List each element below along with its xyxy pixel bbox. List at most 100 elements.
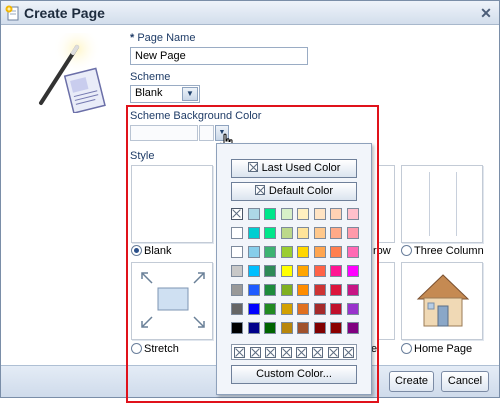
color-swatch[interactable] xyxy=(280,303,293,315)
radio-unselected[interactable] xyxy=(131,343,142,354)
color-swatch[interactable] xyxy=(313,208,326,220)
page-name-label-text: Page Name xyxy=(137,32,196,44)
style-option-home-page[interactable]: Home Page xyxy=(401,343,472,355)
style-thumb-three-column[interactable] xyxy=(401,165,483,243)
custom-color-button[interactable]: Custom Color... xyxy=(231,365,357,384)
default-color-label: Default Color xyxy=(268,185,334,197)
style-thumb-blank[interactable] xyxy=(131,165,213,243)
scheme-bg-color-swatch[interactable] xyxy=(199,125,214,141)
color-swatch[interactable] xyxy=(247,227,260,239)
color-swatch[interactable] xyxy=(313,303,326,315)
radio-unselected[interactable] xyxy=(401,245,412,256)
empty-recent-color-swatch[interactable] xyxy=(265,347,277,358)
no-color-swatch[interactable] xyxy=(231,208,243,220)
color-swatch[interactable] xyxy=(330,303,342,315)
empty-recent-color-swatch[interactable] xyxy=(249,347,261,358)
empty-recent-color-swatch[interactable] xyxy=(312,347,323,358)
style-option-three-column[interactable]: Three Column xyxy=(401,245,484,257)
house-icon xyxy=(416,274,470,327)
color-swatch[interactable] xyxy=(280,246,293,258)
style-option-stretch[interactable]: Stretch xyxy=(131,343,179,355)
color-swatch[interactable] xyxy=(330,208,342,220)
color-swatch[interactable] xyxy=(280,284,293,296)
color-swatch[interactable] xyxy=(264,227,276,239)
required-marker: * xyxy=(130,32,135,44)
color-swatch[interactable] xyxy=(297,303,309,315)
color-swatch[interactable] xyxy=(346,322,359,334)
color-swatch[interactable] xyxy=(231,246,243,258)
color-swatch[interactable] xyxy=(264,208,276,220)
style-label: Style xyxy=(130,150,155,162)
color-swatch[interactable] xyxy=(313,284,326,296)
style-thumb-stretch[interactable] xyxy=(131,262,213,340)
color-swatch[interactable] xyxy=(330,227,342,239)
color-swatch[interactable] xyxy=(247,284,260,296)
color-swatch[interactable] xyxy=(297,284,309,296)
no-color-icon xyxy=(247,162,258,172)
color-swatch[interactable] xyxy=(346,246,359,258)
color-swatch[interactable] xyxy=(346,303,359,315)
style-thumb-row-partial[interactable] xyxy=(379,165,395,243)
style-option-label: Three Column xyxy=(414,245,484,257)
color-swatch[interactable] xyxy=(297,246,309,258)
color-swatch[interactable] xyxy=(313,246,326,258)
color-swatch[interactable] xyxy=(264,322,276,334)
radio-selected[interactable] xyxy=(131,245,142,256)
color-swatch[interactable] xyxy=(330,265,342,277)
default-color-button[interactable]: Default Color xyxy=(231,182,357,201)
empty-recent-color-swatch[interactable] xyxy=(234,347,245,358)
dialog-title: Create Page xyxy=(24,5,105,21)
cancel-button[interactable]: Cancel xyxy=(441,371,489,392)
color-swatch[interactable] xyxy=(313,265,326,277)
style-thumb-home-page[interactable] xyxy=(401,262,483,340)
empty-recent-color-swatch[interactable] xyxy=(343,347,355,358)
color-swatch[interactable] xyxy=(264,303,276,315)
color-swatch[interactable] xyxy=(346,284,359,296)
page-name-input[interactable] xyxy=(130,47,308,65)
style-option-row[interactable]: row xyxy=(373,245,391,257)
color-swatch[interactable] xyxy=(313,322,326,334)
color-swatch[interactable] xyxy=(247,208,260,220)
color-swatch[interactable] xyxy=(264,265,276,277)
color-swatch[interactable] xyxy=(231,265,243,277)
dialog-titlebar: Create Page ✕ xyxy=(1,1,499,25)
scheme-select[interactable]: Blank ▼ xyxy=(130,85,200,103)
color-swatch[interactable] xyxy=(297,227,309,239)
color-swatch[interactable] xyxy=(264,246,276,258)
color-swatch[interactable] xyxy=(313,227,326,239)
color-swatch[interactable] xyxy=(297,322,309,334)
scheme-bg-color-field[interactable] xyxy=(130,125,198,141)
empty-recent-color-swatch[interactable] xyxy=(280,347,292,358)
color-swatch[interactable] xyxy=(330,322,342,334)
color-swatch[interactable] xyxy=(264,284,276,296)
color-swatch[interactable] xyxy=(231,284,243,296)
color-swatch[interactable] xyxy=(247,265,260,277)
empty-recent-color-swatch[interactable] xyxy=(327,347,339,358)
color-swatch[interactable] xyxy=(247,303,260,315)
scheme-label: Scheme xyxy=(130,71,171,83)
color-swatch[interactable] xyxy=(280,208,293,220)
close-icon[interactable]: ✕ xyxy=(479,6,493,20)
color-swatch[interactable] xyxy=(346,227,359,239)
empty-recent-color-swatch[interactable] xyxy=(296,347,308,358)
color-swatch[interactable] xyxy=(297,265,309,277)
color-swatch[interactable] xyxy=(346,265,359,277)
color-swatch[interactable] xyxy=(280,227,293,239)
color-swatch[interactable] xyxy=(231,227,243,239)
color-swatch[interactable] xyxy=(247,246,260,258)
color-swatch[interactable] xyxy=(247,322,260,334)
color-swatch[interactable] xyxy=(346,208,359,220)
color-swatch[interactable] xyxy=(280,322,293,334)
last-used-color-button[interactable]: Last Used Color xyxy=(231,159,357,178)
color-swatch[interactable] xyxy=(330,246,342,258)
radio-unselected[interactable] xyxy=(401,343,412,354)
color-swatch[interactable] xyxy=(297,208,309,220)
color-swatch[interactable] xyxy=(231,322,243,334)
create-button[interactable]: Create xyxy=(389,371,434,392)
color-swatch[interactable] xyxy=(231,303,243,315)
style-thumb-partial[interactable] xyxy=(379,262,395,340)
style-option-blank[interactable]: Blank xyxy=(131,245,172,257)
color-swatch[interactable] xyxy=(280,265,293,277)
stretch-arrows-icon xyxy=(141,272,205,328)
color-swatch[interactable] xyxy=(330,284,342,296)
